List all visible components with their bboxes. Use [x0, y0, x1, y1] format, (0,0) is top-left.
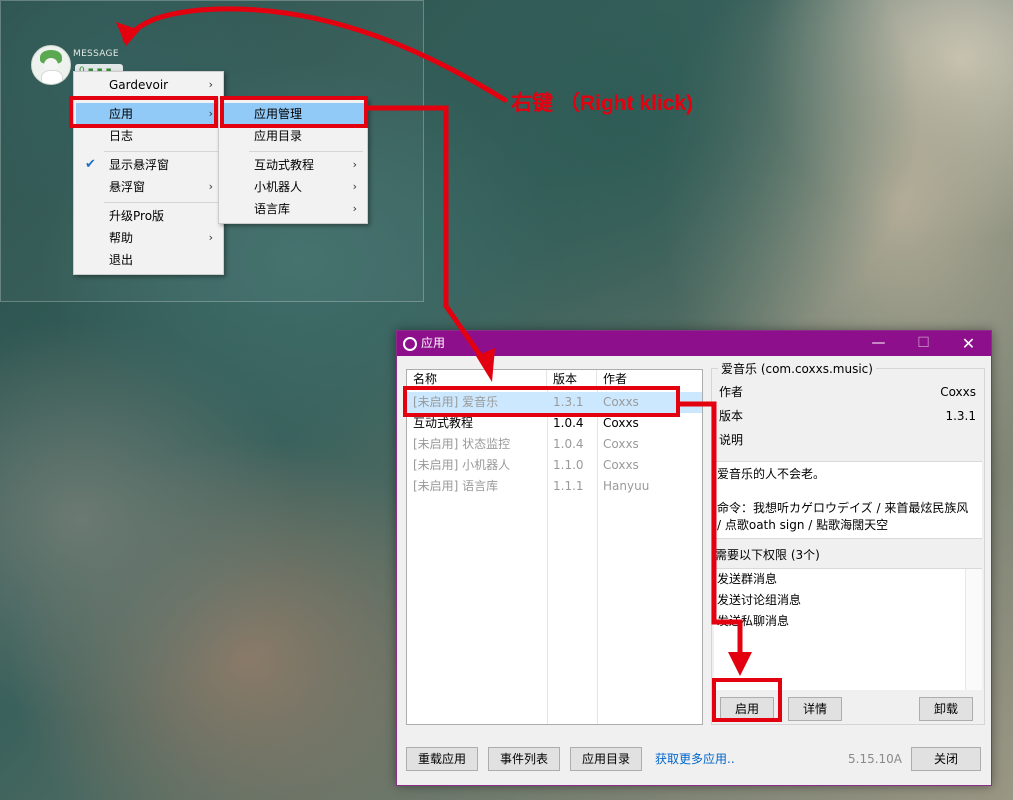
row-version: 1.1.0: [553, 458, 584, 472]
description-label-row: 说明: [719, 429, 976, 451]
chevron-right-icon: ›: [208, 231, 213, 244]
row-author: Coxxs: [603, 458, 639, 472]
row-name: [未启用] 状态监控: [413, 437, 511, 451]
app-list[interactable]: 名称 版本 作者 [未启用] 爱音乐 1.3.1 Coxxs 互动式教程 1.0…: [406, 369, 703, 725]
author-label: 作者: [719, 385, 744, 399]
permission-item: 发送讨论组消息: [717, 593, 802, 607]
app-detail-panel: 爱音乐 (com.coxxs.music) 作者 Coxxs 版本 1.3.1 …: [711, 360, 985, 725]
version-label: 版本: [719, 409, 744, 423]
permission-item: 发送私聊消息: [717, 614, 790, 628]
menu-separator: [104, 202, 219, 203]
table-row[interactable]: [未启用] 状态监控 1.0.4 Coxxs: [407, 434, 702, 455]
annotation-highlight-row: [403, 386, 680, 417]
menu-item-tutorial[interactable]: 互动式教程 ›: [221, 154, 365, 176]
row-version: 1.1.1: [553, 479, 584, 493]
chevron-right-icon: ›: [208, 78, 213, 91]
row-author: Coxxs: [603, 437, 639, 451]
menu-item-label: 升级Pro版: [109, 209, 165, 223]
permissions-list[interactable]: 发送群消息 发送讨论组消息 发送私聊消息: [714, 568, 982, 690]
table-row[interactable]: [未启用] 小机器人 1.1.0 Coxxs: [407, 455, 702, 476]
menu-item-label: 悬浮窗: [109, 180, 146, 194]
menu-item-label: 退出: [109, 253, 134, 267]
menu-item-upgrade-pro[interactable]: 升级Pro版: [76, 205, 221, 227]
uninstall-button[interactable]: 卸载: [919, 697, 973, 721]
menu-separator: [104, 151, 219, 152]
app-catalog-button[interactable]: 应用目录: [570, 747, 642, 771]
table-row[interactable]: [未启用] 语言库 1.1.1 Hanyuu: [407, 476, 702, 497]
menu-item-log[interactable]: 日志: [76, 125, 221, 147]
menu-item-label: 显示悬浮窗: [109, 158, 170, 172]
menu-item-help[interactable]: 帮助 ›: [76, 227, 221, 249]
app-detail-group: 爱音乐 (com.coxxs.music) 作者 Coxxs 版本 1.3.1 …: [711, 360, 985, 725]
event-list-button[interactable]: 事件列表: [488, 747, 560, 771]
get-more-apps-link[interactable]: 获取更多应用..: [655, 747, 735, 771]
version-text: 5.15.10A: [848, 752, 903, 766]
description-box[interactable]: 爱音乐的人不会老。 命令：我想听カゲロウデイズ / 来首最炫民族风 / 点歌oa…: [714, 461, 982, 539]
window-title: 应用: [421, 336, 446, 350]
permissions-title: 需要以下权限 (3个): [715, 548, 820, 562]
app-logo-icon: [403, 337, 417, 351]
author-value: Coxxs: [940, 385, 976, 399]
floating-widget-label: MESSAGE: [73, 49, 119, 59]
permission-item: 发送群消息: [717, 572, 778, 586]
chevron-right-icon: ›: [352, 202, 357, 215]
version-value: 1.3.1: [945, 409, 976, 423]
title-bar[interactable]: 应用 — ☐ ✕: [397, 331, 991, 356]
menu-item-exit[interactable]: 退出: [76, 249, 221, 271]
chevron-right-icon: ›: [352, 180, 357, 193]
close-window-button[interactable]: ✕: [946, 331, 991, 356]
menu-item-app-catalog[interactable]: 应用目录: [221, 125, 365, 147]
row-author: Hanyuu: [603, 479, 650, 493]
annotation-highlight-enable: [712, 678, 782, 722]
menu-item-show-float[interactable]: ✔ 显示悬浮窗: [76, 154, 221, 176]
menu-item-label: 日志: [109, 129, 134, 143]
details-button[interactable]: 详情: [788, 697, 842, 721]
menu-item-label: 互动式教程: [254, 158, 315, 172]
menu-item-label: 小机器人: [254, 180, 303, 194]
author-row: 作者 Coxxs: [719, 381, 976, 403]
description-line: / 点歌oath sign / 點歌海闊天空: [717, 518, 889, 532]
version-row: 版本 1.3.1: [719, 405, 976, 427]
menu-item-label: 帮助: [109, 231, 134, 245]
annotation-highlight-app-manager: [220, 96, 368, 128]
chevron-right-icon: ›: [208, 180, 213, 193]
scrollbar[interactable]: [965, 569, 982, 690]
checkmark-icon: ✔: [85, 157, 96, 172]
chevron-right-icon: ›: [352, 158, 357, 171]
description-line: 命令：我想听カゲロウデイズ / 来首最炫民族风: [717, 501, 969, 515]
description-line: 爱音乐的人不会老。: [717, 467, 826, 481]
close-button[interactable]: 关闭: [911, 747, 981, 771]
menu-item-language-lib[interactable]: 语言库 ›: [221, 198, 365, 220]
menu-item-label: Gardevoir: [109, 78, 169, 92]
row-name: [未启用] 语言库: [413, 479, 499, 493]
minimize-button[interactable]: —: [856, 331, 901, 356]
annotation-highlight-apps: [69, 96, 218, 128]
row-name: [未启用] 小机器人: [413, 458, 511, 472]
menu-item-label: 应用目录: [254, 129, 303, 143]
menu-item-gardevoir[interactable]: Gardevoir ›: [76, 74, 221, 96]
row-version: 1.0.4: [553, 437, 584, 451]
menu-separator: [249, 151, 363, 152]
menu-item-float[interactable]: 悬浮窗 ›: [76, 176, 221, 198]
description-label: 说明: [719, 433, 744, 447]
menu-item-label: 语言库: [254, 202, 291, 216]
app-detail-title: 爱音乐 (com.coxxs.music): [718, 360, 876, 377]
reload-apps-button[interactable]: 重载应用: [406, 747, 478, 771]
avatar[interactable]: [31, 45, 71, 85]
maximize-button[interactable]: ☐: [901, 331, 946, 356]
menu-item-robot[interactable]: 小机器人 ›: [221, 176, 365, 198]
annotation-right-click-text: 右键 （Right klick): [511, 92, 694, 115]
